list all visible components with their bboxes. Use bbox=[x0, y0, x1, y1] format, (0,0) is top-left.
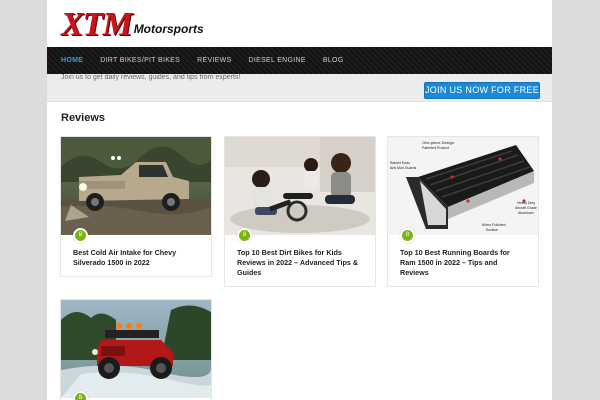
board-callout: Anti Mud Guards bbox=[390, 166, 417, 170]
rating-badge: 8 bbox=[73, 228, 88, 243]
nav-item-diesel-engine[interactable]: DIESEL ENGINE bbox=[249, 57, 306, 64]
post-image-running-board[interactable]: One-piece Design Patented Product Raised… bbox=[388, 137, 538, 235]
post-image-kids-with-bike[interactable] bbox=[225, 137, 375, 235]
rating-badge: 8 bbox=[400, 228, 415, 243]
nav-item-home[interactable]: HOME bbox=[61, 57, 83, 64]
post-card[interactable]: 8 bbox=[60, 299, 212, 400]
board-callout: Mirror Polished bbox=[482, 223, 506, 227]
rating-badge: 8 bbox=[237, 228, 252, 243]
section-title: Reviews bbox=[61, 112, 106, 124]
post-card[interactable]: One-piece Design Patented Product Raised… bbox=[387, 136, 539, 287]
join-button[interactable]: JOIN US NOW FOR FREE bbox=[424, 82, 540, 99]
promo-bar: Join us to get daily reviews, guides, an… bbox=[47, 74, 552, 102]
board-callout: Patented Product bbox=[422, 146, 449, 150]
site-logo[interactable]: XTM Motorsports bbox=[61, 2, 204, 42]
post-image-pickup-truck[interactable] bbox=[61, 137, 211, 235]
nav-item-dirt-bikes[interactable]: DIRT BIKES/PIT BIKES bbox=[100, 57, 180, 64]
post-card[interactable]: 8 Best Cold Air Intake for Chevy Silvera… bbox=[60, 136, 212, 277]
board-callout: One-piece Design bbox=[422, 140, 454, 145]
board-callout: Heavy Duty bbox=[517, 201, 535, 205]
site-header: XTM Motorsports bbox=[47, 0, 552, 47]
post-image-red-jeep[interactable] bbox=[61, 300, 211, 398]
nav-item-blog[interactable]: BLOG bbox=[323, 57, 344, 64]
rating-badge: 8 bbox=[73, 391, 88, 400]
board-callout: Aluminum bbox=[518, 211, 534, 215]
board-callout: Surface bbox=[486, 228, 498, 232]
logo-main-text: XTM bbox=[61, 6, 133, 43]
board-callout: Aircraft Grade bbox=[515, 206, 537, 210]
main-nav: HOME DIRT BIKES/PIT BIKES REVIEWS DIESEL… bbox=[47, 47, 552, 74]
logo-sub-text: Motorsports bbox=[133, 22, 204, 36]
nav-item-reviews[interactable]: REVIEWS bbox=[197, 57, 231, 64]
promo-text: Join us to get daily reviews, guides, an… bbox=[61, 74, 241, 81]
page: XTM Motorsports HOME DIRT BIKES/PIT BIKE… bbox=[47, 0, 552, 400]
post-title[interactable]: Top 10 Best Running Boards for Ram 1500 … bbox=[388, 235, 538, 286]
board-callout: Raised Ends bbox=[390, 161, 410, 165]
post-card[interactable]: 8 Top 10 Best Dirt Bikes for Kids Review… bbox=[224, 136, 376, 287]
post-title[interactable]: Top 10 Best Dirt Bikes for Kids Reviews … bbox=[225, 235, 375, 286]
